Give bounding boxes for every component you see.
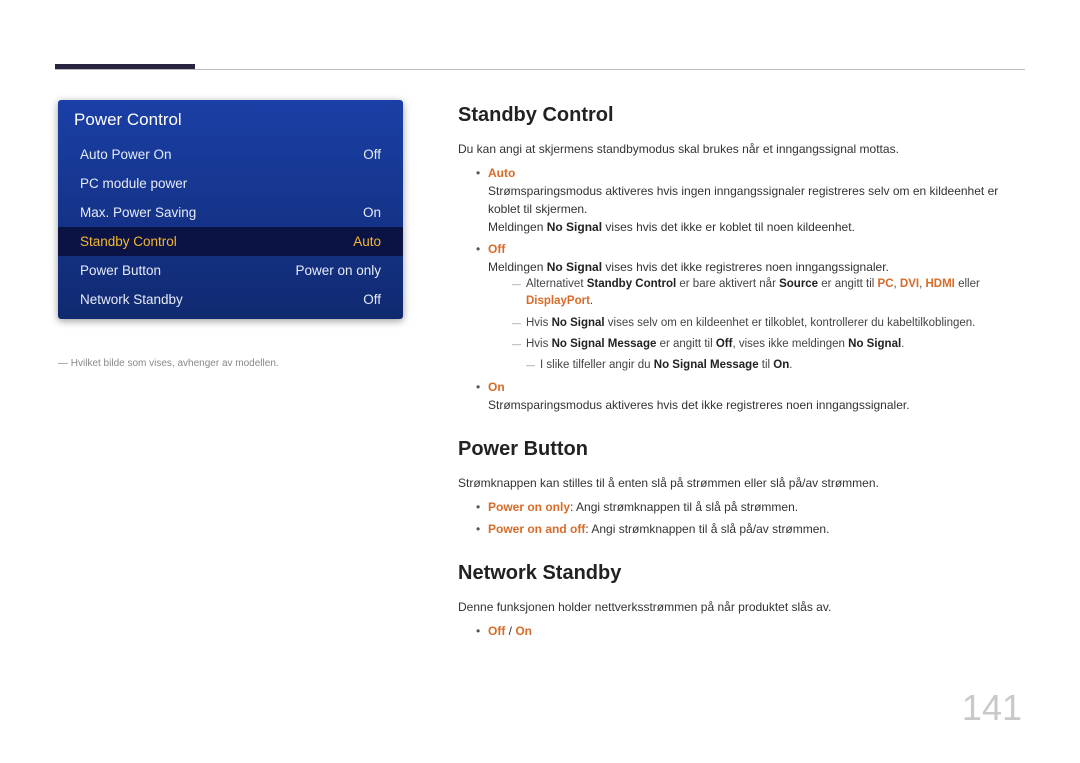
- header-rule: [55, 69, 1025, 70]
- section-power-button: Power Button Strømknappen kan stilles ti…: [458, 434, 1025, 538]
- standby-intro: Du kan angi at skjermens standbymodus sk…: [458, 140, 1025, 158]
- off-desc-a: Meldingen: [488, 260, 547, 274]
- menu-label: Auto Power On: [80, 147, 172, 162]
- netstandby-intro: Denne funksjonen holder nettverksstrømme…: [458, 598, 1025, 616]
- power-control-menu: Power Control Auto Power On Off PC modul…: [58, 100, 403, 319]
- bullet-off: Off Meldingen No Signal vises hvis det i…: [476, 240, 1025, 374]
- menu-row-pc-module-power[interactable]: PC module power: [58, 169, 403, 198]
- label-auto: Auto: [488, 166, 515, 180]
- bullet-power-on-and-off: Power on and off: Angi strømknappen til …: [476, 520, 1025, 538]
- menu-value: On: [363, 205, 381, 220]
- heading-standby-control: Standby Control: [458, 100, 1025, 130]
- heading-network-standby: Network Standby: [458, 558, 1025, 588]
- page-number: 141: [962, 687, 1022, 729]
- auto-desc-2c: vises hvis det ikke er koblet til noen k…: [602, 220, 855, 234]
- menu-value: Off: [363, 147, 381, 162]
- menu-value: Power on only: [295, 263, 381, 278]
- menu-row-power-button[interactable]: Power Button Power on only: [58, 256, 403, 285]
- off-desc-c: vises hvis det ikke registreres noen inn…: [602, 260, 889, 274]
- auto-desc-1: Strømsparingsmodus aktiveres hvis ingen …: [488, 184, 998, 216]
- menu-row-max-power-saving[interactable]: Max. Power Saving On: [58, 198, 403, 227]
- powerbtn-intro: Strømknappen kan stilles til å enten slå…: [458, 474, 1025, 492]
- section-standby-control: Standby Control Du kan angi at skjermens…: [458, 100, 1025, 414]
- label-off: Off: [488, 242, 505, 256]
- bullet-off-on: Off / On: [476, 622, 1025, 640]
- menu-label: PC module power: [80, 176, 187, 191]
- menu-value: Auto: [353, 234, 381, 249]
- sub-note-1: Alternativet Standby Control er bare akt…: [512, 276, 1025, 311]
- menu-value: Off: [363, 292, 381, 307]
- auto-nosignal: No Signal: [547, 220, 602, 234]
- bullet-auto: Auto Strømsparingsmodus aktiveres hvis i…: [476, 164, 1025, 236]
- sub-note-2: Hvis No Signal vises selv om en kildeenh…: [512, 315, 1025, 332]
- heading-power-button: Power Button: [458, 434, 1025, 464]
- menu-label: Standby Control: [80, 234, 177, 249]
- menu-row-auto-power-on[interactable]: Auto Power On Off: [58, 140, 403, 169]
- content-area: Standby Control Du kan angi at skjermens…: [458, 100, 1025, 660]
- menu-title: Power Control: [58, 100, 403, 140]
- bullet-power-on-only: Power on only: Angi strømknappen til å s…: [476, 498, 1025, 516]
- menu-row-network-standby[interactable]: Network Standby Off: [58, 285, 403, 319]
- menu-label: Network Standby: [80, 292, 183, 307]
- menu-label: Max. Power Saving: [80, 205, 196, 220]
- auto-desc-2a: Meldingen: [488, 220, 547, 234]
- off-nosignal: No Signal: [547, 260, 602, 274]
- bullet-on: On Strømsparingsmodus aktiveres hvis det…: [476, 378, 1025, 414]
- sub-note-4: I slike tilfeller angir du No Signal Mes…: [526, 357, 1025, 374]
- menu-label: Power Button: [80, 263, 161, 278]
- label-on: On: [488, 380, 505, 394]
- sub-note-3: Hvis No Signal Message er angitt til Off…: [512, 336, 1025, 353]
- on-desc: Strømsparingsmodus aktiveres hvis det ik…: [488, 398, 910, 412]
- menu-footnote: ― Hvilket bilde som vises, avhenger av m…: [58, 358, 403, 369]
- menu-row-standby-control[interactable]: Standby Control Auto: [58, 227, 403, 256]
- section-network-standby: Network Standby Denne funksjonen holder …: [458, 558, 1025, 640]
